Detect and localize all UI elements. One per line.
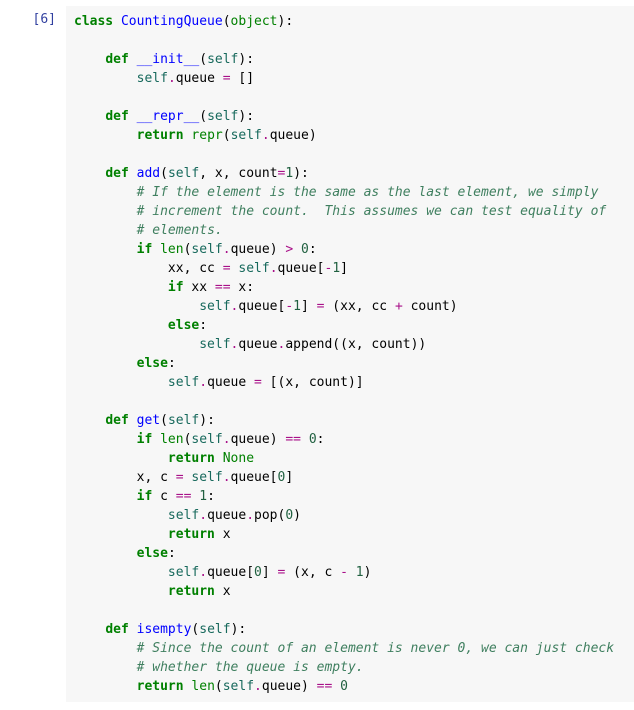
code-line: return x: [74, 582, 626, 601]
code-line: [74, 31, 626, 50]
code-editor[interactable]: class CountingQueue(object): def __init_…: [66, 6, 634, 702]
code-line: else:: [74, 544, 626, 563]
code-line: [74, 145, 626, 164]
code-line: def add(self, x, count=1):: [74, 164, 626, 183]
code-line: return x: [74, 525, 626, 544]
code-line: [74, 392, 626, 411]
code-line: else:: [74, 316, 626, 335]
code-line: self.queue = []: [74, 69, 626, 88]
cell-prompt: [6]: [2, 6, 66, 29]
code-line: def get(self):: [74, 411, 626, 430]
code-line: [74, 88, 626, 107]
code-line: def __repr__(self):: [74, 107, 626, 126]
code-line: # whether the queue is empty.: [74, 658, 626, 677]
code-line: else:: [74, 354, 626, 373]
code-line: return len(self.queue) == 0: [74, 677, 626, 696]
code-line: if c == 1:: [74, 487, 626, 506]
code-line: # If the element is the same as the last…: [74, 183, 626, 202]
code-line: return repr(self.queue): [74, 126, 626, 145]
code-line: if xx == x:: [74, 278, 626, 297]
code-line: self.queue.pop(0): [74, 506, 626, 525]
code-line: self.queue[0] = (x, c - 1): [74, 563, 626, 582]
code-line: # increment the count. This assumes we c…: [74, 202, 626, 221]
code-line: # Since the count of an element is never…: [74, 639, 626, 658]
code-line: x, c = self.queue[0]: [74, 468, 626, 487]
code-cell: [6] class CountingQueue(object): def __i…: [0, 0, 634, 708]
code-line: self.queue.append((x, count)): [74, 335, 626, 354]
code-line: [74, 601, 626, 620]
code-line: self.queue[-1] = (xx, cc + count): [74, 297, 626, 316]
code-line: # elements.: [74, 221, 626, 240]
code-line: if len(self.queue) > 0:: [74, 240, 626, 259]
code-line: def isempty(self):: [74, 620, 626, 639]
code-line: class CountingQueue(object):: [74, 12, 626, 31]
code-line: if len(self.queue) == 0:: [74, 430, 626, 449]
code-line: xx, cc = self.queue[-1]: [74, 259, 626, 278]
code-line: def __init__(self):: [74, 50, 626, 69]
code-line: return None: [74, 449, 626, 468]
code-line: self.queue = [(x, count)]: [74, 373, 626, 392]
